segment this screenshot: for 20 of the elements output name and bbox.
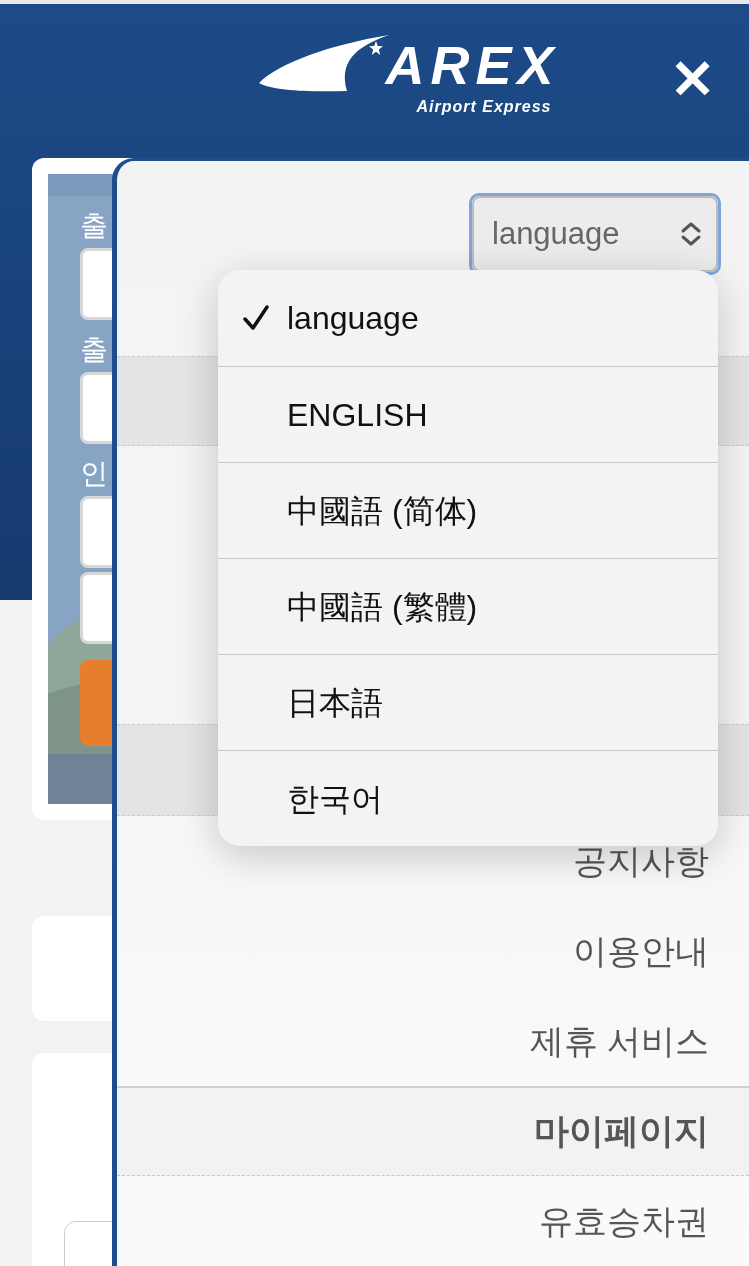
chevron-updown-icon [680, 221, 702, 247]
close-button[interactable]: ✕ [670, 52, 715, 106]
field-label: 출 [80, 209, 108, 243]
star-icon [369, 41, 384, 55]
menu-item[interactable]: 유효승차권 [539, 1195, 709, 1247]
language-option[interactable]: language [218, 270, 718, 366]
language-option[interactable]: 日本語 [218, 654, 718, 750]
language-option[interactable]: ENGLISH [218, 366, 718, 462]
logo-tagline: Airport Express [416, 97, 552, 117]
section-heading: 마이페이지 [534, 1110, 709, 1153]
menu-item[interactable]: 이용안내 [573, 925, 709, 977]
logo-text: AREX [385, 38, 560, 92]
language-select[interactable]: language [472, 196, 718, 272]
field-label: 출 [80, 333, 108, 367]
menu-item[interactable]: 제휴 서비스 [529, 1015, 709, 1067]
language-option[interactable]: 한국어 [218, 750, 718, 846]
language-option[interactable]: 中國語 (繁體) [218, 558, 718, 654]
language-option[interactable]: 中國語 (简体) [218, 462, 718, 558]
field-label: 인 [80, 457, 108, 491]
checkmark-icon [242, 304, 270, 332]
